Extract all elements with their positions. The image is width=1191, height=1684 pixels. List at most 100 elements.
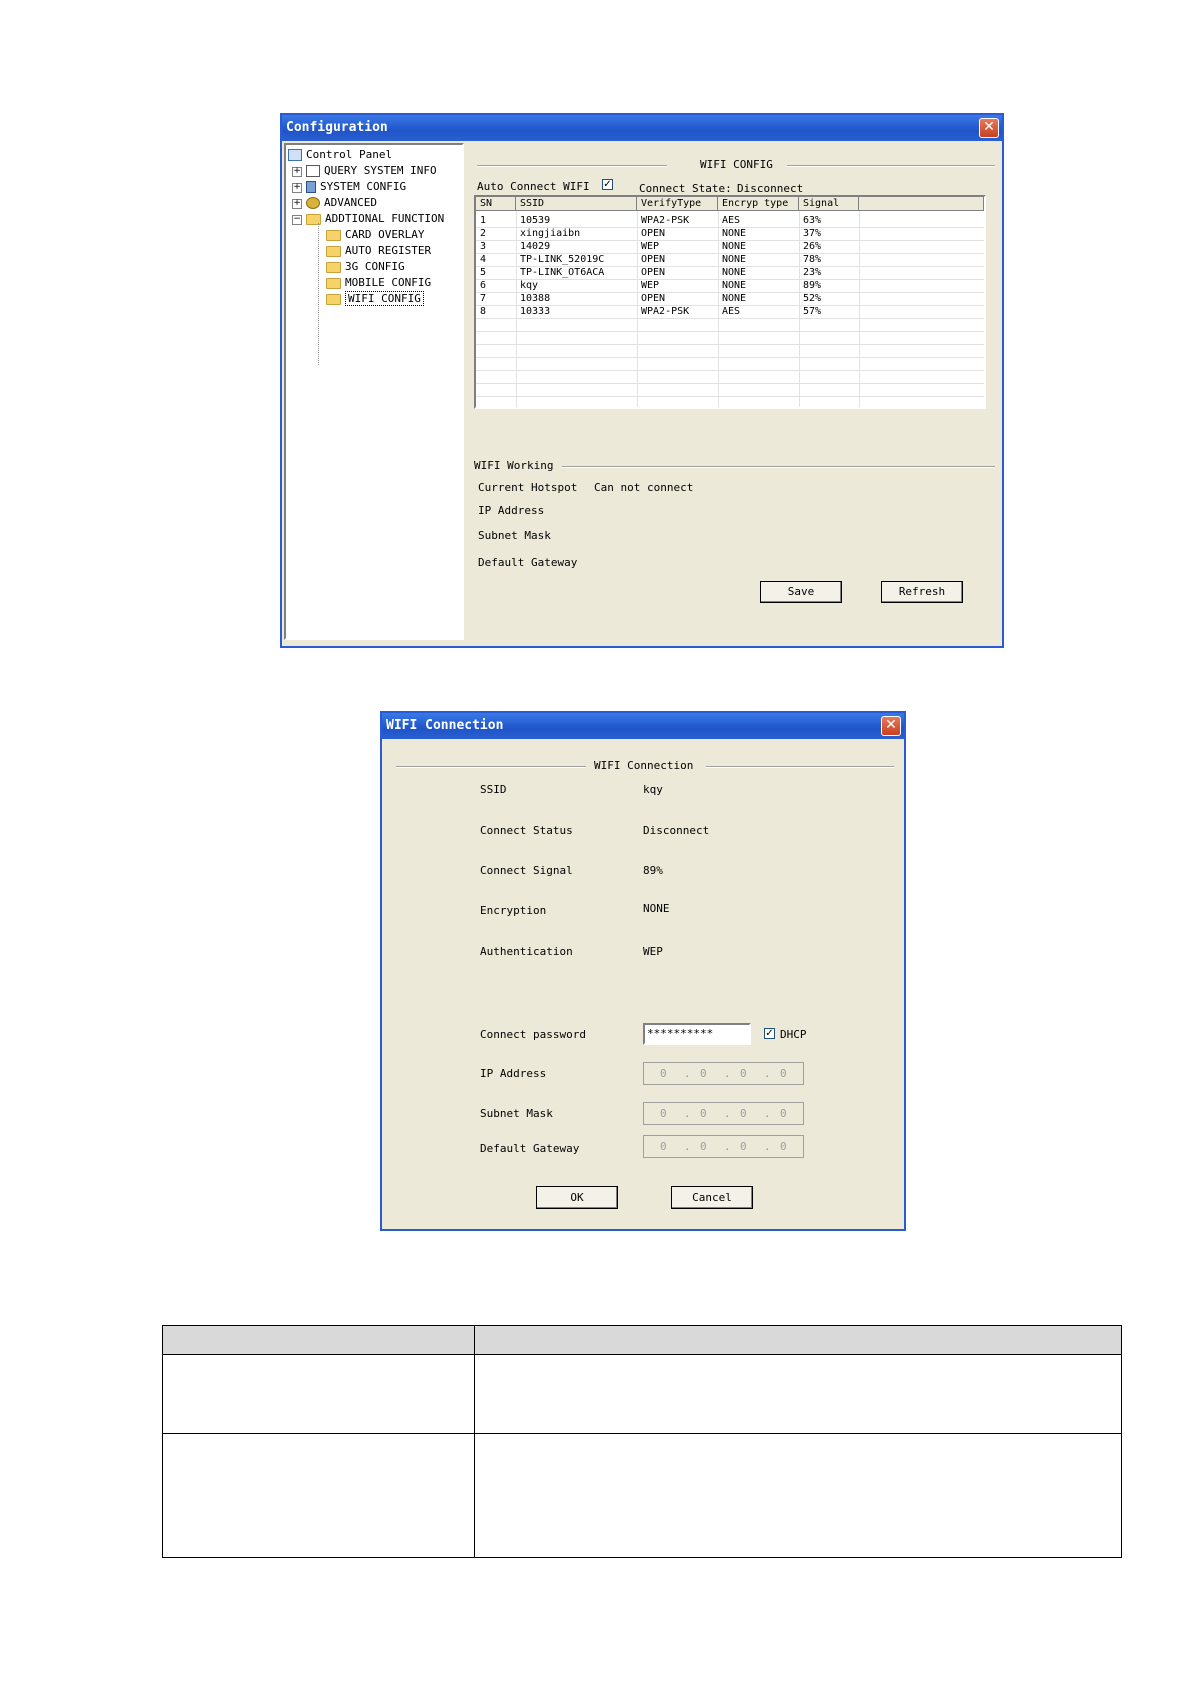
dhcp-label: DHCP xyxy=(780,1028,807,1041)
section-title: WIFI Connection xyxy=(594,759,694,772)
separator xyxy=(706,766,894,768)
tools-icon xyxy=(306,181,316,193)
tree-item-addtional-function[interactable]: ADDTIONAL FUNCTION xyxy=(306,211,444,226)
table-column-divider xyxy=(474,1326,475,1557)
folder-icon xyxy=(326,277,341,289)
dhcp-checkbox[interactable]: ✓ xyxy=(764,1028,775,1039)
tree-item-label: AUTO REGISTER xyxy=(345,244,432,257)
table-row[interactable]: 3 14029 WEP NONE 26% xyxy=(476,241,984,254)
tree-item-wifi-config[interactable]: WIFI CONFIG xyxy=(326,291,424,306)
cell-signal: 63% xyxy=(803,215,822,226)
configuration-titlebar[interactable]: Configuration xyxy=(282,115,1002,141)
ip-address-input[interactable]: 0 . 0 . 0 . 0 xyxy=(643,1062,804,1085)
parameter-table xyxy=(162,1325,1122,1558)
control-panel-tree[interactable]: Control Panel + QUERY SYSTEM INFO + SYST… xyxy=(284,143,464,640)
encryption-label: Encryption xyxy=(480,904,547,917)
tree-item-card-overlay[interactable]: CARD OVERLAY xyxy=(326,227,424,242)
subnet-mask-input[interactable]: 0 . 0 . 0 . 0 xyxy=(643,1102,804,1125)
refresh-button[interactable]: Refresh xyxy=(881,581,963,603)
connect-password-input[interactable]: ********** xyxy=(643,1023,751,1045)
grid-line xyxy=(476,331,984,332)
collapse-icon[interactable]: − xyxy=(292,215,302,225)
column-header-signal[interactable]: Signal xyxy=(799,197,859,211)
cell-sn: 1 xyxy=(480,215,487,226)
tree-item-query-system-info[interactable]: QUERY SYSTEM INFO xyxy=(306,163,437,178)
document-icon xyxy=(306,165,320,177)
cell-verifytype: WEP xyxy=(641,241,660,252)
ip-octet: 0 xyxy=(740,1067,747,1080)
current-hotspot-label: Current Hotspot xyxy=(478,481,578,494)
connect-status-value: Disconnect xyxy=(643,824,710,837)
wifi-list[interactable]: SN SSID VerifyType Encryp type Signal 1 1… xyxy=(474,195,986,409)
connect-password-label: Connect password xyxy=(480,1028,586,1041)
auto-connect-checkbox[interactable]: ✓ xyxy=(602,179,613,190)
cell-signal: 78% xyxy=(803,254,822,265)
cell-ssid: 10333 xyxy=(520,306,551,317)
wifi-connection-window: WIFI Connection ✕ WIFI Connection SSID k… xyxy=(380,711,906,1231)
tree-item-label: CARD OVERLAY xyxy=(345,228,425,241)
grid-line xyxy=(476,370,984,371)
cell-ssid: TP-LINK_52019C xyxy=(520,254,605,265)
expand-icon[interactable]: + xyxy=(292,183,302,193)
cell-sn: 8 xyxy=(480,306,487,317)
tree-item-3g-config[interactable]: 3G CONFIG xyxy=(326,259,405,274)
ip-octet: 0 xyxy=(780,1140,787,1153)
cell-sn: 2 xyxy=(480,228,487,239)
subnet-mask-label: Subnet Mask xyxy=(478,529,551,542)
ip-octet: 0 xyxy=(660,1107,667,1120)
cell-sn: 4 xyxy=(480,254,487,265)
table-row[interactable]: 6 kqy WEP NONE 89% xyxy=(476,280,984,293)
ssid-label: SSID xyxy=(480,783,507,796)
cell-ssid: xingjiaibn xyxy=(520,228,581,239)
cancel-button[interactable]: Cancel xyxy=(671,1186,753,1209)
ok-button[interactable]: OK xyxy=(536,1186,618,1209)
table-row[interactable]: 4 TP-LINK_52019C OPEN NONE 78% xyxy=(476,254,984,267)
ip-dot: . xyxy=(684,1067,691,1080)
table-row[interactable]: 1 10539 WPA2-PSK AES 63% xyxy=(476,215,984,228)
tree-connector xyxy=(318,223,320,365)
expand-icon[interactable]: + xyxy=(292,199,302,209)
expand-icon[interactable]: + xyxy=(292,167,302,177)
cell-signal: 37% xyxy=(803,228,822,239)
connect-signal-value: 89% xyxy=(643,864,663,877)
cell-sn: 7 xyxy=(480,293,487,304)
ip-octet: 0 xyxy=(700,1067,707,1080)
column-header-ssid[interactable]: SSID xyxy=(516,197,637,211)
cell-ssid: TP-LINK_OT6ACA xyxy=(520,267,605,278)
cell-verifytype: OPEN xyxy=(641,267,666,278)
tree-item-advanced[interactable]: ADVANCED xyxy=(306,195,377,210)
cell-encryp-type: AES xyxy=(722,215,741,226)
tree-item-mobile-config[interactable]: MOBILE CONFIG xyxy=(326,275,431,290)
authentication-value: WEP xyxy=(643,945,663,958)
encryption-value: NONE xyxy=(643,902,670,915)
default-gateway-label: Default Gateway xyxy=(480,1142,580,1155)
ip-octet: 0 xyxy=(660,1140,667,1153)
table-row[interactable]: 7 10388 OPEN NONE 52% xyxy=(476,293,984,306)
cell-encryp-type: NONE xyxy=(722,293,747,304)
close-icon[interactable]: ✕ xyxy=(979,118,999,138)
tree-root[interactable]: Control Panel xyxy=(288,147,392,162)
separator xyxy=(562,466,995,468)
default-gateway-input[interactable]: 0 . 0 . 0 . 0 xyxy=(643,1135,804,1158)
save-button[interactable]: Save xyxy=(760,581,842,603)
column-header-sn[interactable]: SN xyxy=(476,197,516,211)
tree-item-auto-register[interactable]: AUTO REGISTER xyxy=(326,243,431,258)
column-header-verifytype[interactable]: VerifyType xyxy=(637,197,718,211)
table-row[interactable]: 8 10333 WPA2-PSK AES 57% xyxy=(476,306,984,319)
table-row[interactable]: 5 TP-LINK_OT6ACA OPEN NONE 23% xyxy=(476,267,984,280)
cell-ssid: 10539 xyxy=(520,215,551,226)
ssid-value: kqy xyxy=(643,783,663,796)
close-icon[interactable]: ✕ xyxy=(881,716,901,736)
section-title: WIFI CONFIG xyxy=(700,158,773,171)
tree-item-label: WIFI CONFIG xyxy=(345,291,424,306)
open-folder-icon xyxy=(326,293,341,305)
separator xyxy=(787,165,995,167)
wifi-connection-titlebar[interactable]: WIFI Connection xyxy=(382,713,904,739)
tree-item-label: ADVANCED xyxy=(324,196,377,209)
cell-verifytype: OPEN xyxy=(641,293,666,304)
tree-item-system-config[interactable]: SYSTEM CONFIG xyxy=(306,179,406,194)
column-header-encryp-type[interactable]: Encryp type xyxy=(718,197,799,211)
table-row[interactable]: 2 xingjiaibn OPEN NONE 37% xyxy=(476,228,984,241)
grid-line xyxy=(476,396,984,397)
ip-octet: 0 xyxy=(740,1107,747,1120)
